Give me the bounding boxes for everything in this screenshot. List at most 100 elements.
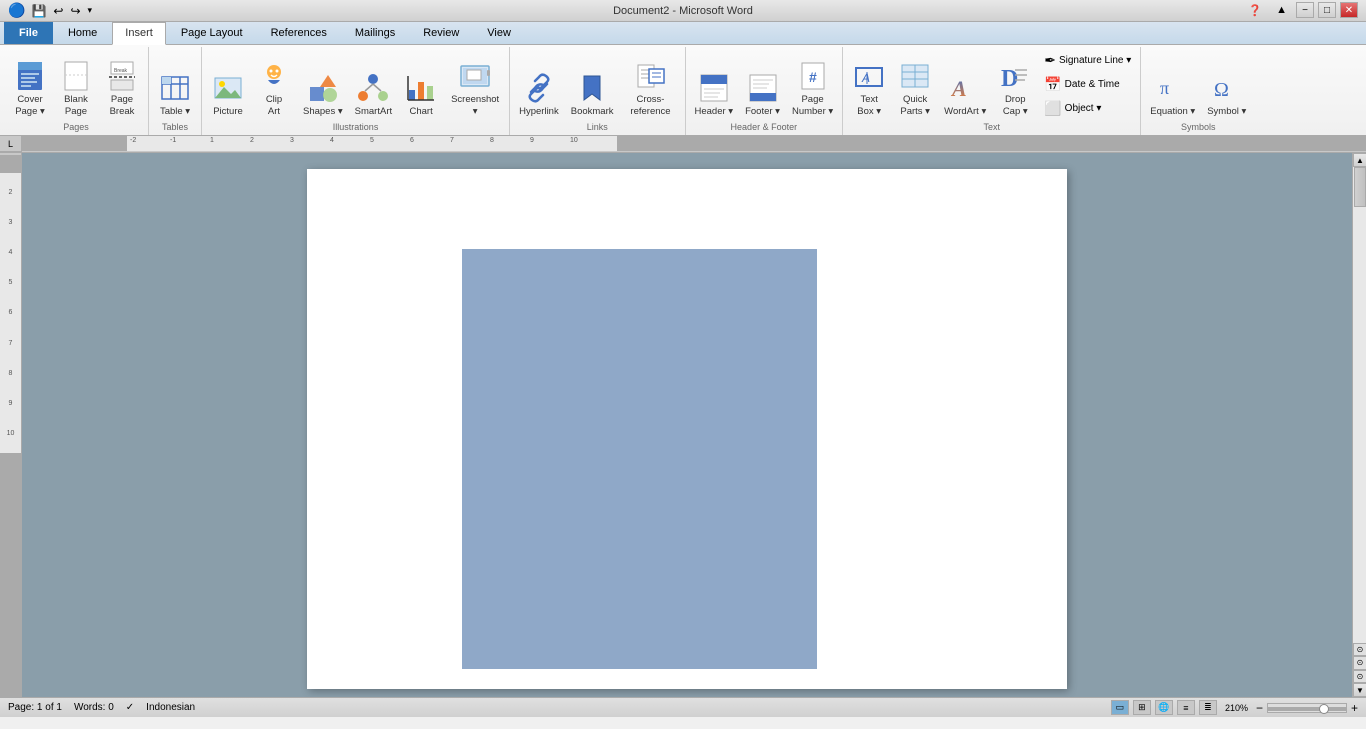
zoom-out-button[interactable]: − <box>1256 701 1263 715</box>
status-bar: Page: 1 of 1 Words: 0 ✓ Indonesian ▭ ⊞ 🌐… <box>0 697 1366 717</box>
zoom-slider[interactable] <box>1267 703 1347 713</box>
equation-icon: π <box>1157 72 1189 104</box>
ruler-corner[interactable]: L <box>0 136 22 152</box>
prev-page-button[interactable]: ⊙ <box>1353 643 1366 656</box>
print-layout-button[interactable]: ▭ <box>1111 700 1129 715</box>
language[interactable]: Indonesian <box>146 702 195 713</box>
footer-icon <box>747 72 779 104</box>
tab-references[interactable]: References <box>258 22 340 44</box>
zoom-slider-track <box>1268 707 1346 711</box>
ribbon-group-tables: Table ▾ Tables <box>149 47 202 135</box>
blank-page-icon <box>60 60 92 92</box>
tab-mailings[interactable]: Mailings <box>342 22 408 44</box>
quick-parts-label: QuickParts ▾ <box>900 94 930 117</box>
tables-group-label: Tables <box>153 120 197 135</box>
bookmark-button[interactable]: Bookmark <box>566 68 619 120</box>
blue-rectangle <box>462 249 817 669</box>
illustrations-group-content: Picture ClipArt <box>206 49 505 120</box>
blank-page-button[interactable]: BlankPage <box>54 56 98 120</box>
object-button[interactable]: ⬜ Object ▾ <box>1039 97 1136 120</box>
screenshot-button[interactable]: Screenshot ▾ <box>445 56 505 120</box>
zoom-slider-thumb[interactable] <box>1319 704 1329 714</box>
select-browse-button[interactable]: ⊙ <box>1353 656 1366 669</box>
quick-access-toolbar: 💾 ↩ ↪ ▾ <box>29 3 94 19</box>
next-page-button[interactable]: ⊙ <box>1353 670 1366 683</box>
table-button[interactable]: Table ▾ <box>153 68 197 120</box>
cover-page-icon <box>14 60 46 92</box>
header-label: Header ▾ <box>695 106 734 117</box>
symbols-group-content: π Equation ▾ Ω Symbol ▾ <box>1145 49 1251 120</box>
wordart-label: WordArt ▾ <box>944 106 986 117</box>
scroll-thumb[interactable] <box>1354 167 1366 207</box>
footer-label: Footer ▾ <box>745 106 780 117</box>
wordart-button[interactable]: A WordArt ▾ <box>939 68 991 120</box>
save-button[interactable]: 💾 <box>29 3 48 19</box>
hyperlink-label: Hyperlink <box>519 106 559 117</box>
cross-reference-label: Cross-reference <box>626 94 676 117</box>
bookmark-label: Bookmark <box>571 106 614 117</box>
page-break-label: PageBreak <box>110 94 135 117</box>
scroll-track[interactable] <box>1353 167 1366 643</box>
draft-view-button[interactable]: ≣ <box>1199 700 1217 715</box>
close-button[interactable]: ✕ <box>1340 2 1358 18</box>
drop-cap-button[interactable]: D DropCap ▾ <box>993 56 1037 120</box>
zoom-level: 210% <box>1225 703 1248 713</box>
tab-review[interactable]: Review <box>410 22 472 44</box>
symbol-button[interactable]: Ω Symbol ▾ <box>1202 68 1251 120</box>
text-box-label: TextBox ▾ <box>857 94 881 117</box>
hyperlink-button[interactable]: Hyperlink <box>514 68 564 120</box>
customize-qa-button[interactable]: ▾ <box>86 4 95 17</box>
maximize-button[interactable]: □ <box>1318 2 1336 18</box>
tab-view[interactable]: View <box>474 22 524 44</box>
page-break-button[interactable]: Break PageBreak <box>100 56 144 120</box>
illustrations-group-label: Illustrations <box>206 120 505 135</box>
main-area: 2 3 4 5 6 7 8 9 10 ▲ ⊙ ⊙ ⊙ ▼ <box>0 153 1366 697</box>
word-count: Words: 0 <box>74 702 114 713</box>
undo-button[interactable]: ↩ <box>51 3 65 19</box>
tab-file[interactable]: File <box>4 22 53 44</box>
ribbon-collapse-button[interactable]: ▲ <box>1271 2 1292 19</box>
header-icon <box>698 72 730 104</box>
web-layout-button[interactable]: 🌐 <box>1155 700 1173 715</box>
text-box-button[interactable]: A TextBox ▾ <box>847 56 891 120</box>
header-button[interactable]: Header ▾ <box>690 68 739 120</box>
date-time-button[interactable]: 📅 Date & Time <box>1039 73 1136 96</box>
picture-button[interactable]: Picture <box>206 68 250 120</box>
help-button[interactable]: ❓ <box>1243 2 1267 19</box>
redo-button[interactable]: ↪ <box>68 3 82 19</box>
date-time-label: Date & Time <box>1065 79 1120 90</box>
cross-reference-icon <box>635 60 667 92</box>
smart-art-button[interactable]: SmartArt <box>350 68 397 120</box>
scroll-down-button[interactable]: ▼ <box>1353 683 1366 697</box>
app-icon: 🔵 <box>8 2 25 19</box>
equation-label: Equation ▾ <box>1150 106 1195 117</box>
smart-art-icon <box>357 72 389 104</box>
quick-parts-button[interactable]: QuickParts ▾ <box>893 56 937 120</box>
vertical-scrollbar[interactable]: ▲ ⊙ ⊙ ⊙ ▼ <box>1352 153 1366 697</box>
signature-line-button[interactable]: ✒ Signature Line ▾ <box>1039 49 1136 72</box>
tab-home[interactable]: Home <box>55 22 110 44</box>
equation-button[interactable]: π Equation ▾ <box>1145 68 1200 120</box>
ribbon-group-illustrations: Picture ClipArt <box>202 47 510 135</box>
ribbon-group-symbols: π Equation ▾ Ω Symbol ▾ Symbols <box>1141 47 1255 135</box>
links-group-label: Links <box>514 120 680 135</box>
page-number-button[interactable]: # PageNumber ▾ <box>787 56 838 120</box>
clip-art-button[interactable]: ClipArt <box>252 56 296 120</box>
outline-view-button[interactable]: ≡ <box>1177 700 1195 715</box>
spell-check-icon[interactable]: ✓ <box>126 702 134 713</box>
ribbon-group-pages: CoverPage ▾ BlankPage <box>4 47 149 135</box>
full-screen-reading-button[interactable]: ⊞ <box>1133 700 1151 715</box>
tab-page-layout[interactable]: Page Layout <box>168 22 256 44</box>
shapes-icon <box>307 72 339 104</box>
chart-button[interactable]: Chart <box>399 68 443 120</box>
svg-text:A: A <box>861 71 870 85</box>
tab-insert[interactable]: Insert <box>112 22 166 45</box>
page-number-label: PageNumber ▾ <box>792 94 833 117</box>
scroll-up-button[interactable]: ▲ <box>1353 153 1366 167</box>
minimize-button[interactable]: − <box>1296 2 1314 18</box>
shapes-button[interactable]: Shapes ▾ <box>298 68 348 120</box>
cover-page-button[interactable]: CoverPage ▾ <box>8 56 52 120</box>
zoom-in-button[interactable]: + <box>1351 701 1358 715</box>
cross-reference-button[interactable]: Cross-reference <box>621 56 681 120</box>
footer-button[interactable]: Footer ▾ <box>740 68 785 120</box>
